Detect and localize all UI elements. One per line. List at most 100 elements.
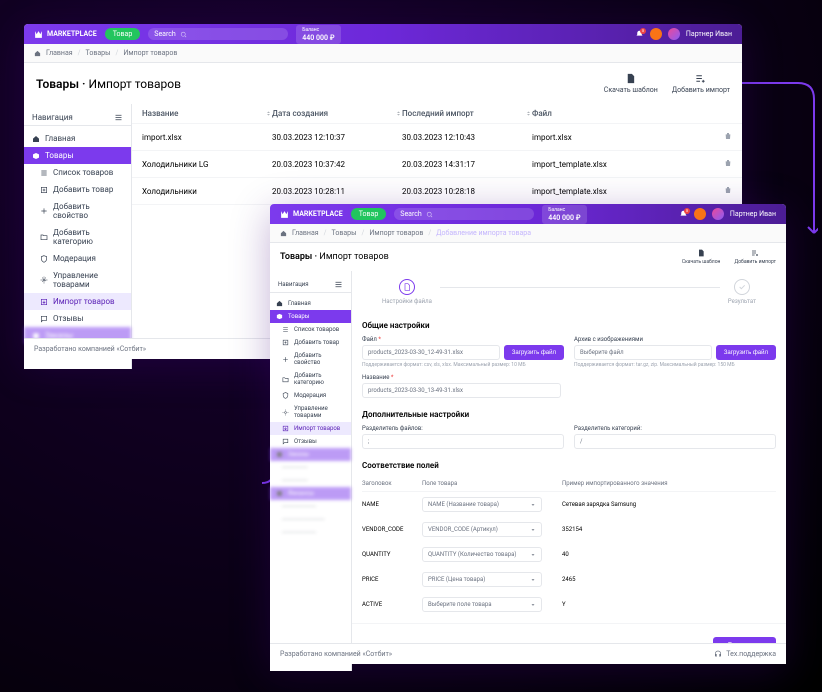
crumb-home[interactable]: Главная [292,229,319,237]
nav-moderation[interactable]: Модерация [270,389,351,402]
archive-input[interactable]: Выберите файл [574,345,712,360]
trash-icon[interactable] [724,159,732,167]
nav-import[interactable]: Импорт товаров [24,293,131,310]
box-icon [276,313,283,320]
nav-add-category[interactable]: Добавить категорию [270,369,351,389]
step-settings[interactable]: Настройки файла [382,279,432,305]
notifications-icon[interactable]: 5 [635,30,644,39]
trash-icon[interactable] [724,132,732,140]
crumb-import[interactable]: Импорт товаров [369,229,423,237]
box-icon [32,152,40,160]
nav-blur: ────────── [270,513,351,526]
shield-icon [282,392,289,399]
balance-widget[interactable]: Баланс440 000 ₽ [542,205,586,224]
footer-dev: Разработано компанией «Сотбит» [280,650,392,658]
nav-reviews[interactable]: Отзывы [24,310,131,327]
avatar-user[interactable] [668,28,680,40]
nav-add-product[interactable]: Добавить товар [270,336,351,349]
cat-sep-input[interactable]: / [574,434,776,449]
field-select[interactable]: VENDOR_CODE (Артикул) [422,522,542,537]
topbar: MARKETPLACE Товар Search Баланс440 000 ₽… [270,204,786,224]
nav-blur: ────── [270,474,351,487]
document-icon [625,73,636,84]
field-select[interactable]: QUANTITY (Количество товара) [422,547,542,562]
nav-blur: ──────── [270,526,351,539]
home-icon [32,135,40,143]
sort-icon[interactable] [265,110,272,117]
mapping-row: ACTIVEВыберите поле товараY [362,592,776,617]
add-import-button[interactable]: Добавить импорт [734,249,776,265]
check-icon [738,283,746,291]
search-input[interactable]: Search [148,28,288,40]
file-hint: Поддерживается формат: csv, xls, xlsx. М… [362,362,564,368]
table-row[interactable]: Холодильники LG20.03.2023 10:37:4220.03.… [132,151,742,178]
nav-product-list[interactable]: Список товаров [24,164,131,181]
name-input[interactable]: products_2023-03-30_13-49-31.xlsx [362,383,561,398]
add-list-icon [695,73,706,84]
nav-reviews[interactable]: Отзывы [270,435,351,448]
nav-add-property[interactable]: Добавить свойство [270,349,351,369]
field-select[interactable]: PRICE (Цена товара) [422,572,542,587]
step-result[interactable]: Результат [728,279,756,305]
nav-header: Навигация [270,277,351,293]
headset-icon [714,650,722,658]
import-form: Настройки файла Результат Общие настройк… [352,271,786,671]
collapse-icon[interactable] [334,280,343,289]
logo[interactable]: MARKETPLACE [280,210,343,219]
notification-badge: 5 [684,208,690,214]
tech-support-link[interactable]: Тех.поддержка [714,650,776,658]
nav-manage-products[interactable]: Управление товарами [270,402,351,422]
chevron-down-icon [530,527,536,533]
nav-add-property[interactable]: Добавить свойство [24,198,131,224]
add-import-button[interactable]: Добавить импорт [672,73,730,94]
mapping-table: ЗаголовокПоле товараПример импортированн… [362,476,776,617]
trash-icon[interactable] [724,186,732,194]
file-sep-input[interactable]: ; [362,434,564,449]
sort-icon[interactable] [395,110,402,117]
search-icon [180,31,187,38]
logo[interactable]: MARKETPLACE [34,30,97,39]
search-input[interactable]: Search [394,208,534,220]
nav-products[interactable]: Товары [24,147,131,164]
nav-add-category[interactable]: Добавить категорию [24,224,131,250]
upload-archive-button[interactable]: Загрузить файл [716,345,776,360]
footer-dev: Разработано компанией «Сотбит» [34,345,146,353]
field-select[interactable]: Выберите поле товара [422,597,542,612]
username[interactable]: Партнер Иван [730,210,776,218]
name-label: Название [362,374,561,381]
nav-manage-products[interactable]: Управление товарами [24,267,131,293]
mode-pill[interactable]: Товар [105,28,141,40]
nav-moderation[interactable]: Модерация [24,250,131,267]
home-icon [276,300,283,307]
avatar-company[interactable] [694,208,706,220]
nav-products[interactable]: Товары [270,310,351,323]
table-row[interactable]: Холодильники20.03.2023 10:28:1120.03.202… [132,178,742,205]
crumb-products[interactable]: Товары [86,49,111,57]
collapse-icon[interactable] [114,113,123,122]
crumb-home[interactable]: Главная [46,49,73,57]
nav-product-list[interactable]: Список товаров [270,323,351,336]
download-template-button[interactable]: Скачать шаблон [682,249,721,265]
chat-icon [40,315,48,323]
mode-pill[interactable]: Товар [351,208,387,220]
file-input[interactable]: products_2023-03-30_12-49-31.xlsx [362,345,500,360]
avatar-user[interactable] [712,208,724,220]
avatar-company[interactable] [650,28,662,40]
list-icon [40,169,48,177]
field-select[interactable]: NAME (Название товара) [422,497,542,512]
upload-file-button[interactable]: Загрузить файл [504,345,564,360]
import-icon [40,298,48,306]
archive-label: Архив с изображениями [574,336,776,343]
crumb-products[interactable]: Товары [332,229,357,237]
nav-home[interactable]: Главная [270,297,351,310]
balance-widget[interactable]: Баланс440 000 ₽ [296,25,340,44]
nav-add-product[interactable]: Добавить товар [24,181,131,198]
download-template-button[interactable]: Скачать шаблон [604,73,658,94]
username[interactable]: Партнер Иван [686,30,732,38]
sort-icon[interactable] [525,110,532,117]
chevron-down-icon [530,602,536,608]
table-row[interactable]: import.xlsx30.03.2023 12:10:3730.03.2023… [132,124,742,151]
nav-import[interactable]: Импорт товаров [270,422,351,435]
notifications-icon[interactable]: 5 [679,210,688,219]
nav-home[interactable]: Главная [24,130,131,147]
